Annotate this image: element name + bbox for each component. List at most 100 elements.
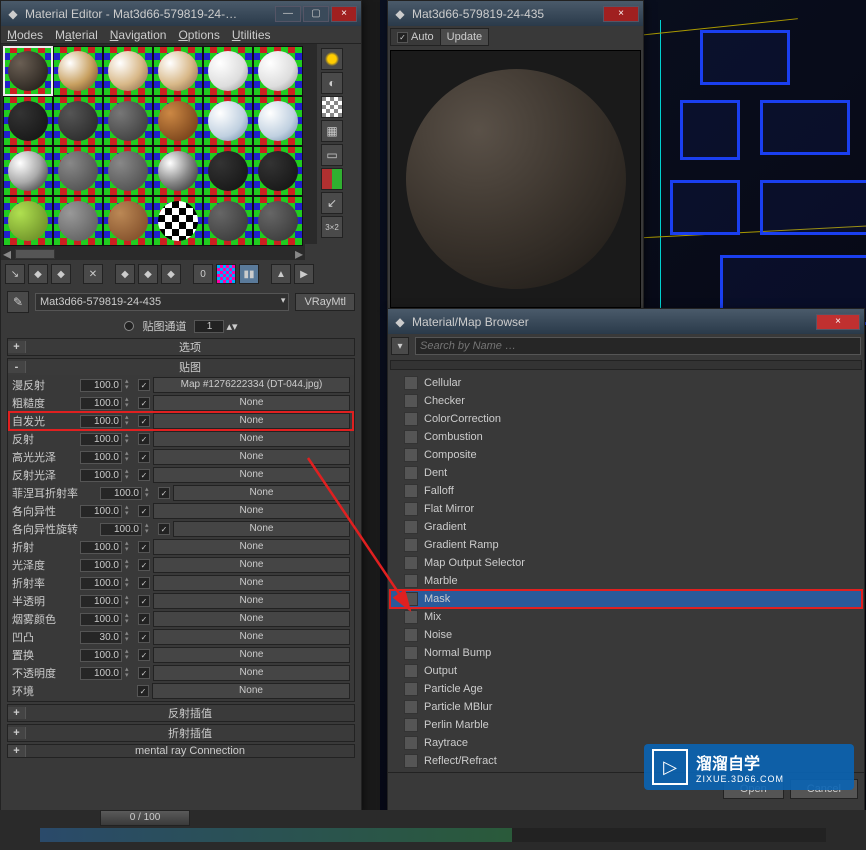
map-enable-checkbox[interactable]: ✓ (158, 487, 170, 499)
get-material-icon[interactable]: ↘ (5, 264, 25, 284)
map-slot-button[interactable]: None (153, 395, 350, 411)
go-forward-icon[interactable]: ▶ (294, 264, 314, 284)
menu-modes[interactable]: Modes (7, 28, 43, 42)
sample-slot[interactable] (203, 96, 253, 146)
close-button[interactable]: × (816, 314, 860, 330)
spinner-icon[interactable]: ▴▾ (125, 415, 135, 427)
sample-slot[interactable] (253, 96, 303, 146)
map-amount-input[interactable]: 100.0 (80, 415, 122, 428)
reset-map-icon[interactable]: ✕ (83, 264, 103, 284)
sample-slot[interactable] (153, 196, 203, 246)
map-slot-button[interactable]: None (153, 575, 350, 591)
rollout-toggle[interactable]: + (8, 341, 26, 353)
make-copy-icon[interactable]: ◆ (115, 264, 135, 284)
options-icon[interactable] (321, 168, 343, 190)
map-channel-spinner[interactable]: ▴▾ (194, 320, 237, 333)
sample-slot[interactable] (203, 196, 253, 246)
sample-slot[interactable] (253, 146, 303, 196)
search-input[interactable] (415, 337, 861, 355)
sample-slot[interactable] (3, 96, 53, 146)
map-amount-input[interactable]: 100.0 (80, 559, 122, 572)
map-enable-checkbox[interactable]: ✓ (138, 667, 150, 679)
map-enable-checkbox[interactable]: ✓ (138, 397, 150, 409)
map-type-item[interactable]: Map Output Selector (390, 554, 862, 572)
map-type-item[interactable]: Cellular (390, 374, 862, 392)
spinner-icon[interactable]: ▴▾ (145, 523, 155, 535)
map-amount-input[interactable]: 100.0 (80, 613, 122, 626)
time-slider[interactable]: 0 / 100 (100, 810, 190, 826)
map-enable-checkbox[interactable]: ✓ (138, 577, 150, 589)
time-ruler[interactable] (40, 828, 826, 842)
material-name-dropdown[interactable]: Mat3d66-579819-24-435 (35, 293, 289, 311)
map-amount-input[interactable]: 100.0 (100, 523, 142, 536)
map-enable-checkbox[interactable]: ✓ (138, 433, 150, 445)
map-amount-input[interactable]: 100.0 (80, 379, 122, 392)
rollout-toggle[interactable]: + (8, 727, 26, 739)
put-to-scene-icon[interactable]: ◆ (28, 264, 48, 284)
sample-slot[interactable] (253, 196, 303, 246)
map-enable-checkbox[interactable]: ✓ (138, 451, 150, 463)
spinner-icon[interactable]: ▴▾ (125, 559, 135, 571)
map-slot-button[interactable]: None (153, 449, 350, 465)
map-type-item[interactable]: Perlin Marble (390, 716, 862, 734)
select-by-material-icon[interactable]: ↙ (321, 192, 343, 214)
sample-slot[interactable] (203, 46, 253, 96)
spinner-icon[interactable]: ▴▾ (125, 577, 135, 589)
assign-to-selection-icon[interactable]: ◆ (51, 264, 71, 284)
map-enable-checkbox[interactable]: ✓ (138, 613, 150, 625)
map-enable-checkbox[interactable]: ✓ (137, 685, 149, 697)
map-slot-button[interactable]: None (173, 485, 350, 501)
map-enable-checkbox[interactable]: ✓ (138, 541, 150, 553)
sample-type-icon[interactable] (321, 48, 343, 70)
map-amount-input[interactable]: 100.0 (80, 649, 122, 662)
browser-titlebar[interactable]: ◆ Material/Map Browser × (388, 309, 864, 334)
map-enable-checkbox[interactable]: ✓ (138, 559, 150, 571)
spinner-icon[interactable]: ▴▾ (125, 595, 135, 607)
sample-slot[interactable] (153, 96, 203, 146)
map-type-item[interactable]: Mask (390, 590, 862, 608)
pick-material-icon[interactable]: ✎ (7, 291, 29, 313)
map-enable-checkbox[interactable]: ✓ (158, 523, 170, 535)
map-amount-input[interactable]: 100.0 (80, 541, 122, 554)
map-amount-input[interactable]: 100.0 (80, 433, 122, 446)
spinner-icon[interactable]: ▴▾ (125, 667, 135, 679)
sample-slot[interactable] (53, 196, 103, 246)
map-slot-button[interactable]: None (153, 629, 350, 645)
spinner-icon[interactable]: ▴▾ (125, 451, 135, 463)
sample-slot[interactable] (253, 46, 303, 96)
auto-checkbox[interactable]: ✓ Auto (390, 28, 441, 46)
go-to-parent-icon[interactable]: ▲ (271, 264, 291, 284)
show-end-result-icon[interactable]: ▮▮ (239, 264, 259, 284)
map-slot-button[interactable]: None (153, 467, 350, 483)
map-slot-button[interactable]: None (153, 503, 350, 519)
backlight-icon[interactable]: ◐ (321, 72, 343, 94)
sample-slot[interactable] (103, 96, 153, 146)
background-icon[interactable] (321, 96, 343, 118)
map-amount-input[interactable]: 100.0 (80, 595, 122, 608)
map-amount-input[interactable]: 100.0 (80, 667, 122, 680)
spinner-icon[interactable]: ▴▾ (125, 631, 135, 643)
sample-slot[interactable] (153, 46, 203, 96)
spinner-icon[interactable]: ▴▾ (125, 505, 135, 517)
sample-slot[interactable] (3, 46, 53, 96)
map-slot-button[interactable]: None (153, 539, 350, 555)
map-type-item[interactable]: ColorCorrection (390, 410, 862, 428)
map-amount-input[interactable]: 100.0 (80, 577, 122, 590)
map-enable-checkbox[interactable]: ✓ (138, 595, 150, 607)
map-type-item[interactable]: Marble (390, 572, 862, 590)
sample-vscroll[interactable] (305, 44, 317, 244)
rollout-title[interactable]: mental ray Connection (26, 745, 354, 757)
spinner-icon[interactable]: ▴▾ (125, 397, 135, 409)
show-in-viewport-icon[interactable] (216, 264, 236, 284)
map-slot-button[interactable]: None (153, 647, 350, 663)
map-slot-button[interactable]: Map #1276222334 (DT-044.jpg) (153, 377, 350, 393)
sample-slot[interactable] (53, 146, 103, 196)
map-enable-checkbox[interactable]: ✓ (138, 631, 150, 643)
map-enable-checkbox[interactable]: ✓ (138, 415, 150, 427)
map-enable-checkbox[interactable]: ✓ (138, 649, 150, 661)
video-color-icon[interactable]: ▭ (321, 144, 343, 166)
map-type-item[interactable]: Combustion (390, 428, 862, 446)
map-type-item[interactable]: Mix (390, 608, 862, 626)
sample-slot[interactable] (103, 146, 153, 196)
map-slot-button[interactable]: None (153, 413, 350, 429)
